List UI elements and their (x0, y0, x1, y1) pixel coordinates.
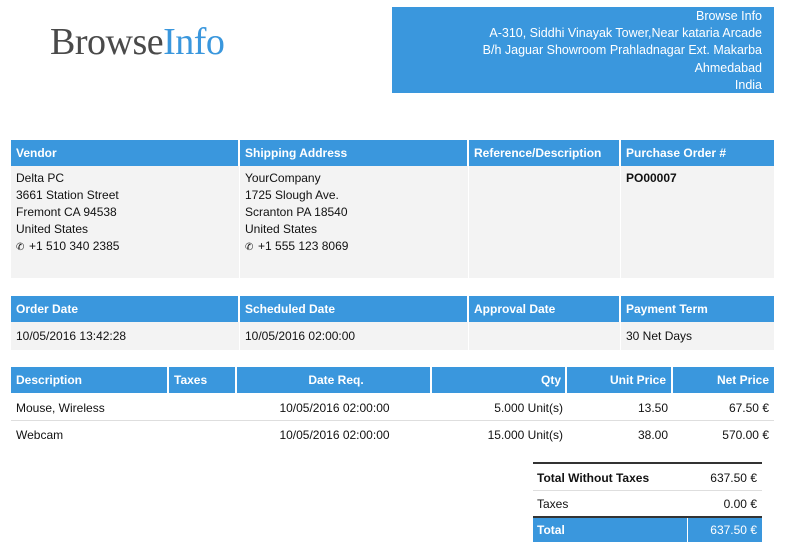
order-date-value: 10/05/2016 13:42:28 (16, 329, 127, 343)
totals-top-border (533, 462, 762, 464)
taxes-value: 0.00 € (723, 496, 757, 511)
scheduled-date-cell: 10/05/2016 02:00:00 (240, 322, 469, 350)
shipping-city: Scranton PA 18540 (245, 205, 348, 219)
vendor-block: Delta PC 3661 Station Street Fremont CA … (11, 166, 240, 278)
date-req-header: Date Req. (237, 367, 432, 393)
vendor-street: 3661 Station Street (16, 188, 119, 202)
company-country: India (734, 77, 762, 92)
taxes-row: Taxes 0.00 € (533, 491, 762, 516)
lines-header-row: Description Taxes Date Req. Qty Unit Pri… (11, 367, 774, 393)
dates-body-row: 10/05/2016 13:42:28 10/05/2016 02:00:00 … (11, 322, 774, 350)
qty-header: Qty (432, 367, 567, 393)
table-row: Mouse, Wireless 10/05/2016 02:00:00 5.00… (11, 395, 774, 420)
shipping-block: YourCompany 1725 Slough Ave. Scranton PA… (240, 166, 469, 278)
line-taxes (169, 422, 237, 447)
line-unit-price: 13.50 (637, 400, 668, 415)
line-taxes (169, 395, 237, 420)
total-without-taxes-row: Total Without Taxes 637.50 € (533, 465, 762, 490)
grand-total-value: 637.50 € (710, 523, 757, 537)
shipping-phone-line: ✆ +1 555 123 8069 (245, 238, 463, 256)
taxes-header: Taxes (169, 367, 237, 393)
row-divider (11, 420, 774, 421)
line-description: Webcam (16, 427, 64, 442)
line-qty: 15.000 Unit(s) (487, 427, 563, 442)
vendor-header: Vendor (11, 140, 240, 166)
payment-term-cell: 30 Net Days (621, 322, 774, 350)
taxes-label: Taxes (537, 496, 569, 511)
unit-price-header: Unit Price (567, 367, 673, 393)
company-address-line-1: A-310, Siddhi Vinayak Tower,Near kataria… (489, 26, 762, 41)
info-header-row: Vendor Shipping Address Reference/Descri… (11, 140, 774, 166)
total-without-taxes-value: 637.50 € (710, 470, 757, 485)
line-date-req: 10/05/2016 02:00:00 (279, 400, 390, 415)
phone-icon: ✆ (245, 242, 254, 253)
shipping-name: YourCompany (245, 171, 321, 185)
vendor-phone: +1 510 340 2385 (29, 239, 120, 253)
company-name: Browse Info (695, 9, 762, 23)
vendor-phone-line: ✆ +1 510 340 2385 (16, 238, 234, 256)
line-net-price: 67.50 € (728, 400, 769, 415)
purchase-order-header: Purchase Order # (626, 146, 727, 160)
table-row: Webcam 10/05/2016 02:00:00 15.000 Unit(s… (11, 422, 774, 447)
info-body-row: Delta PC 3661 Station Street Fremont CA … (11, 166, 774, 278)
line-unit-price: 38.00 (637, 427, 668, 442)
shipping-country: United States (245, 222, 318, 236)
phone-icon: ✆ (16, 242, 25, 253)
net-price-header: Net Price (716, 373, 769, 387)
order-date-cell: 10/05/2016 13:42:28 (11, 322, 240, 350)
purchase-order-block: PO00007 (621, 166, 774, 278)
dates-header-row: Order Date Scheduled Date Approval Date … (11, 296, 774, 322)
vendor-name: Delta PC (16, 171, 65, 185)
approval-date-cell (469, 322, 621, 350)
logo-part-1: Browse (50, 21, 164, 63)
description-header: Description (11, 367, 169, 393)
vendor-city: Fremont CA 94538 (16, 205, 117, 219)
grand-total-row: Total 637.50 € (533, 518, 762, 542)
order-date-header: Order Date (11, 296, 240, 322)
payment-term-value: 30 Net Days (626, 329, 693, 343)
scheduled-date-header: Scheduled Date (240, 296, 469, 322)
line-description: Mouse, Wireless (16, 400, 105, 415)
approval-date-header: Approval Date (469, 296, 621, 322)
grand-total-label: Total (533, 518, 688, 542)
total-without-taxes-label: Total Without Taxes (537, 470, 650, 485)
purchase-order-number: PO00007 (626, 171, 677, 185)
line-net-price: 570.00 € (722, 427, 769, 442)
line-date-req: 10/05/2016 02:00:00 (279, 427, 390, 442)
reference-header: Reference/Description (469, 140, 621, 166)
payment-term-header: Payment Term (626, 302, 708, 316)
company-address-box: Browse Info A-310, Siddhi Vinayak Tower,… (392, 7, 774, 93)
line-qty: 5.000 Unit(s) (494, 400, 563, 415)
vendor-country: United States (16, 222, 89, 236)
shipping-address-header: Shipping Address (240, 140, 469, 166)
shipping-street: 1725 Slough Ave. (245, 188, 339, 202)
company-city: Ahmedabad (694, 60, 762, 75)
shipping-phone: +1 555 123 8069 (258, 239, 349, 253)
reference-block (469, 166, 621, 278)
scheduled-date-value: 10/05/2016 02:00:00 (245, 329, 356, 343)
logo-part-2: Info (163, 21, 225, 63)
company-address-line-2: B/h Jaguar Showroom Prahladnagar Ext. Ma… (482, 43, 762, 58)
company-logo: BrowseInfo (50, 18, 225, 66)
